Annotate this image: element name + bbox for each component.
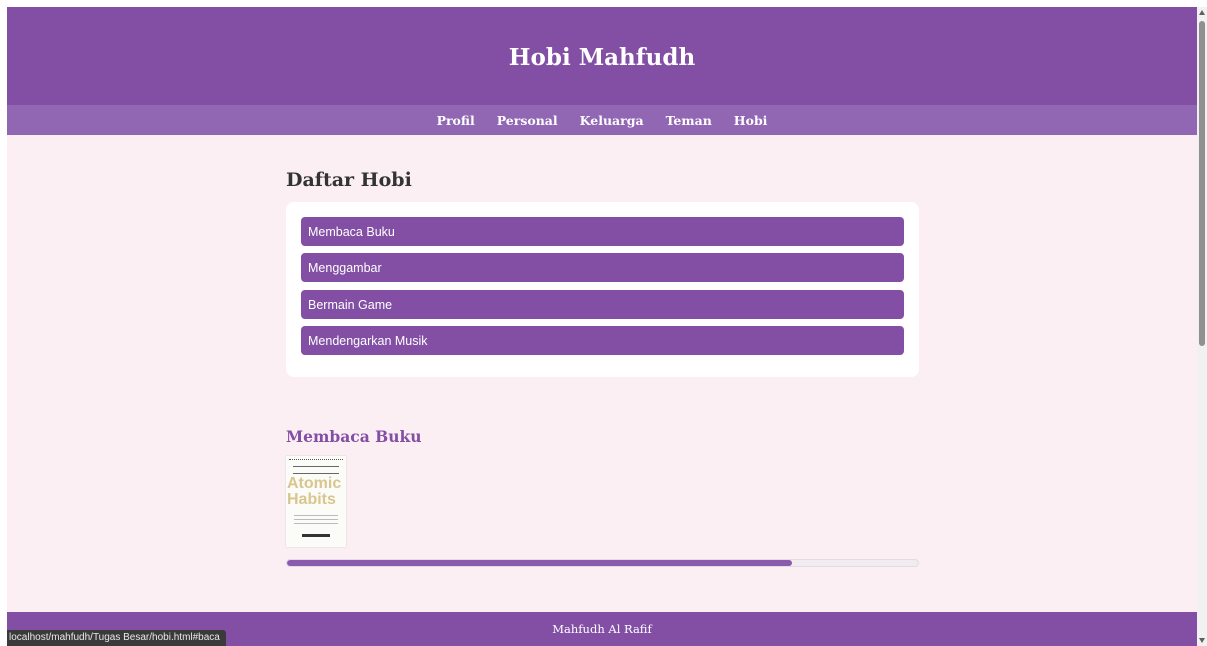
nav-link-personal[interactable]: Personal (497, 113, 558, 128)
scroll-down-arrow-icon[interactable] (1199, 638, 1205, 643)
book-cover-subtitle (293, 466, 339, 474)
nav-link-teman[interactable]: Teman (666, 113, 712, 128)
hobby-list-card: Membaca Buku Menggambar Bermain Game Men… (286, 202, 919, 377)
browser-window: Hobi Mahfudh Profil Personal Keluarga Te… (0, 0, 1207, 646)
scrollbar-thumb[interactable] (1199, 21, 1205, 346)
book-cover-title-line-2: Habits (287, 491, 336, 508)
hobby-item-membaca-buku[interactable]: Membaca Buku (301, 217, 904, 246)
main-nav: Profil Personal Keluarga Teman Hobi (7, 105, 1197, 135)
book-cover-image: Atomic Habits (286, 456, 346, 547)
section-heading: Daftar Hobi (286, 169, 412, 191)
nav-link-keluarga[interactable]: Keluarga (580, 113, 644, 128)
reading-progress-bar (286, 559, 919, 567)
hobby-item-mendengarkan-musik[interactable]: Mendengarkan Musik (301, 326, 904, 355)
status-bar-url: localhost/mahfudh/Tugas Besar/hobi.html#… (7, 630, 226, 646)
scroll-up-arrow-icon[interactable] (1199, 10, 1205, 15)
book-cover-author (302, 534, 330, 537)
hobby-item-bermain-game[interactable]: Bermain Game (301, 290, 904, 319)
book-cover-title-line-1: Atomic (287, 475, 342, 492)
detail-heading: Membaca Buku (286, 427, 422, 446)
page-viewport: Hobi Mahfudh Profil Personal Keluarga Te… (7, 7, 1197, 646)
nav-link-profil[interactable]: Profil (437, 113, 475, 128)
book-cover-title: Atomic Habits (286, 476, 346, 508)
book-cover-tagline (294, 515, 338, 527)
footer-text: Mahfudh Al Rafif (552, 622, 652, 636)
site-header: Hobi Mahfudh (7, 7, 1197, 105)
page-title: Hobi Mahfudh (508, 44, 696, 71)
reading-progress-fill (287, 560, 792, 566)
hobby-item-menggambar[interactable]: Menggambar (301, 253, 904, 282)
nav-link-hobi[interactable]: Hobi (734, 113, 768, 128)
vertical-scrollbar[interactable] (1197, 7, 1207, 646)
book-cover-top-line (289, 459, 343, 462)
